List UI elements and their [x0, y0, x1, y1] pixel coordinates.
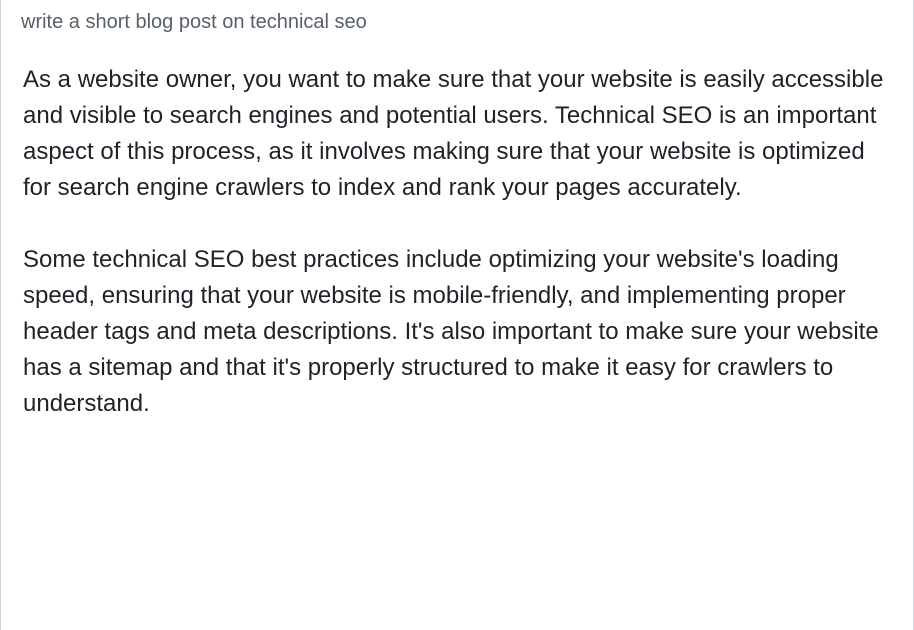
- paragraph: Some technical SEO best practices includ…: [23, 242, 891, 422]
- document-container: write a short blog post on technical seo…: [0, 0, 914, 630]
- paragraph: As a website owner, you want to make sur…: [23, 62, 891, 206]
- prompt-text: write a short blog post on technical seo: [1, 0, 913, 44]
- body-text: As a website owner, you want to make sur…: [1, 44, 913, 422]
